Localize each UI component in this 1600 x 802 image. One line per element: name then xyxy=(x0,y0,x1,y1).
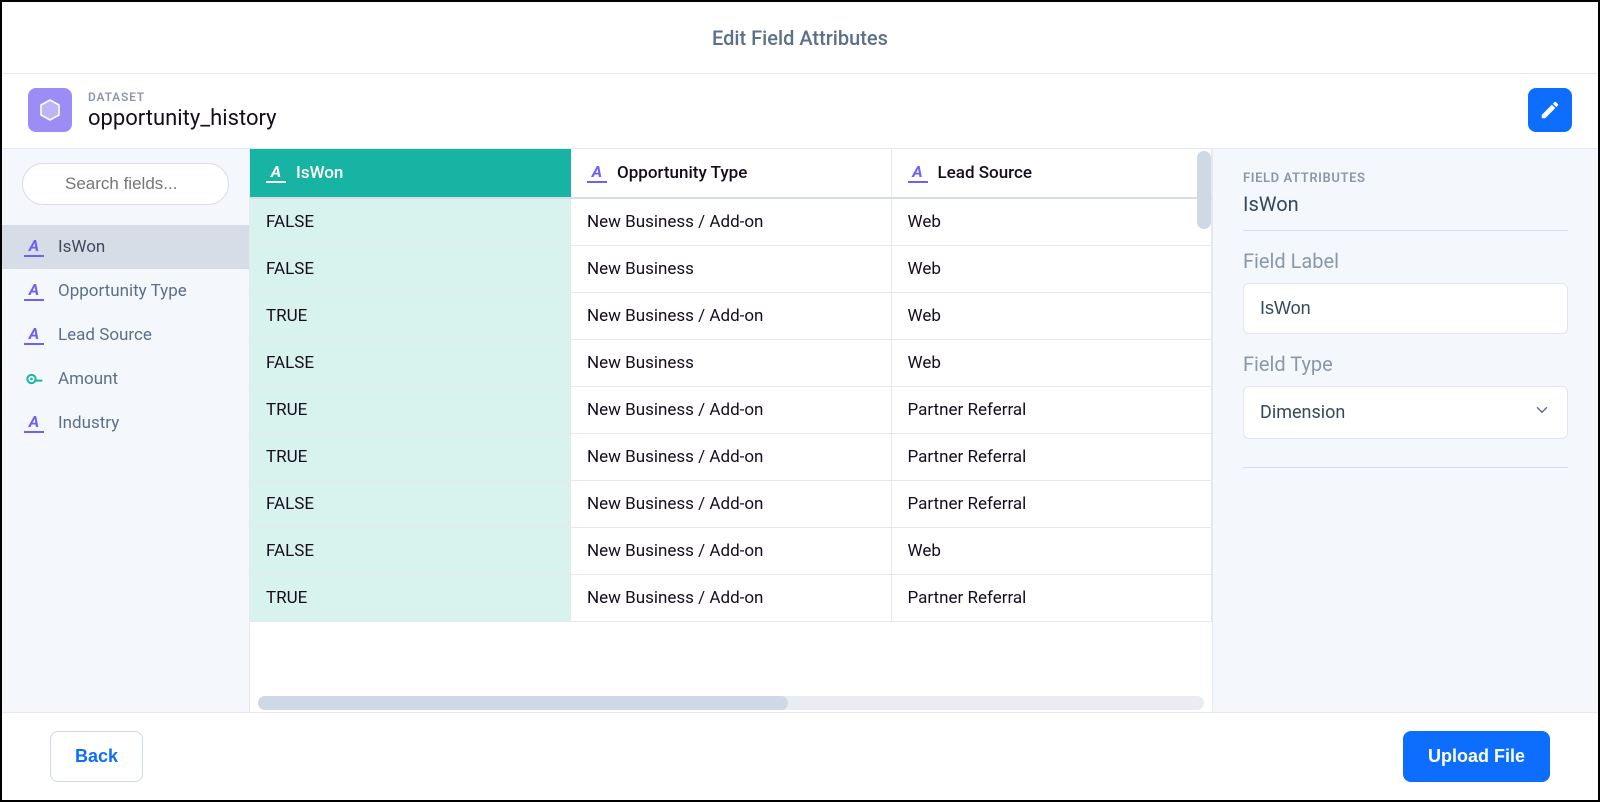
table-row: TRUENew Business / Add-onPartner Referra… xyxy=(250,387,1212,434)
sidebar-item-amount[interactable]: Amount xyxy=(2,357,249,401)
sidebar-item-label: Amount xyxy=(58,369,118,389)
table-cell: TRUE xyxy=(250,387,571,434)
sidebar-item-label: Opportunity Type xyxy=(58,281,187,301)
table-row: FALSENew Business / Add-onPartner Referr… xyxy=(250,481,1212,528)
sidebar-item-label: IsWon xyxy=(58,237,105,257)
horizontal-scrollbar[interactable] xyxy=(258,696,1204,710)
dimension-type-icon: A xyxy=(266,163,286,183)
main: A IsWon A Opportunity Type A Lead Source Amoun… xyxy=(2,148,1598,712)
dataset-kicker: DATASET xyxy=(88,90,1512,104)
table-cell: FALSE xyxy=(250,246,571,293)
vertical-scrollbar[interactable] xyxy=(1197,151,1211,229)
column-header-iswon[interactable]: A IsWon xyxy=(250,149,571,198)
table-cell: New Business xyxy=(571,246,892,293)
table-cell: New Business / Add-on xyxy=(571,434,892,481)
table-cell: New Business xyxy=(571,340,892,387)
sidebar-item-lead-source[interactable]: A Lead Source xyxy=(2,313,249,357)
table-cell: Partner Referral xyxy=(891,575,1212,622)
upload-file-button[interactable]: Upload File xyxy=(1403,731,1550,782)
table-cell: Web xyxy=(891,528,1212,575)
attribute-panel: FIELD ATTRIBUTES IsWon Field Label Field… xyxy=(1212,149,1598,712)
column-header-label: Lead Source xyxy=(938,163,1032,183)
attribute-divider xyxy=(1243,467,1568,468)
horizontal-scrollbar-thumb[interactable] xyxy=(258,696,788,710)
search-wrap xyxy=(2,163,249,217)
table-cell: Partner Referral xyxy=(891,387,1212,434)
table-row: TRUENew Business / Add-onPartner Referra… xyxy=(250,434,1212,481)
sidebar-item-label: Lead Source xyxy=(58,325,152,345)
table-cell: Partner Referral xyxy=(891,481,1212,528)
data-table: A IsWon A Opportunity Type A Lead Source FALS… xyxy=(250,149,1212,622)
table-cell: New Business / Add-on xyxy=(571,198,892,246)
sidebar: A IsWon A Opportunity Type A Lead Source Amoun… xyxy=(2,149,250,712)
field-type-heading: Field Type xyxy=(1243,352,1568,376)
dimension-type-icon: A xyxy=(24,325,44,345)
dimension-type-icon: A xyxy=(24,281,44,301)
edit-dataset-button[interactable] xyxy=(1528,88,1572,132)
dataset-meta: DATASET opportunity_history xyxy=(88,90,1512,131)
table-cell: New Business / Add-on xyxy=(571,575,892,622)
field-list: A IsWon A Opportunity Type A Lead Source Amoun… xyxy=(2,225,249,445)
pencil-icon xyxy=(1539,99,1561,121)
dimension-type-icon: A xyxy=(24,237,44,257)
table-cell: TRUE xyxy=(250,575,571,622)
table-cell: New Business / Add-on xyxy=(571,528,892,575)
table-cell: New Business / Add-on xyxy=(571,387,892,434)
table-row: TRUENew Business / Add-onWeb xyxy=(250,293,1212,340)
search-input[interactable] xyxy=(22,163,229,205)
table-cell: Web xyxy=(891,293,1212,340)
table-cell: FALSE xyxy=(250,198,571,246)
table-cell: Web xyxy=(891,198,1212,246)
table-row: FALSENew Business / Add-onWeb xyxy=(250,528,1212,575)
field-label-heading: Field Label xyxy=(1243,249,1568,273)
table-cell: FALSE xyxy=(250,340,571,387)
dataset-name: opportunity_history xyxy=(88,106,1512,131)
attribute-field-name: IsWon xyxy=(1243,192,1568,231)
table-header-row: A IsWon A Opportunity Type A Lead Source xyxy=(250,149,1212,198)
table-row: FALSENew Business / Add-onWeb xyxy=(250,198,1212,246)
back-button[interactable]: Back xyxy=(50,731,143,782)
table-cell: TRUE xyxy=(250,434,571,481)
field-label-input[interactable] xyxy=(1243,283,1568,334)
table-cell: New Business / Add-on xyxy=(571,293,892,340)
field-type-value: Dimension xyxy=(1260,402,1345,423)
column-header-label: IsWon xyxy=(296,163,343,183)
dimension-type-icon: A xyxy=(908,163,928,183)
column-header-lead-source[interactable]: A Lead Source xyxy=(891,149,1212,198)
table-cell: New Business / Add-on xyxy=(571,481,892,528)
dataset-bar: DATASET opportunity_history xyxy=(2,74,1598,148)
table-cell: FALSE xyxy=(250,528,571,575)
dataset-icon xyxy=(28,88,72,132)
measure-type-icon xyxy=(24,369,44,389)
sidebar-item-industry[interactable]: A Industry xyxy=(2,401,249,445)
chevron-down-icon xyxy=(1533,401,1551,424)
table-body: FALSENew Business / Add-onWebFALSENew Bu… xyxy=(250,198,1212,622)
table-cell: Partner Referral xyxy=(891,434,1212,481)
table-row: FALSENew BusinessWeb xyxy=(250,246,1212,293)
table-cell: TRUE xyxy=(250,293,571,340)
dimension-type-icon: A xyxy=(587,163,607,183)
table-cell: Web xyxy=(891,246,1212,293)
dimension-type-icon: A xyxy=(24,413,44,433)
table-scroll[interactable]: A IsWon A Opportunity Type A Lead Source FALS… xyxy=(250,149,1212,692)
sidebar-item-label: Industry xyxy=(58,413,119,433)
column-header-opportunity-type[interactable]: A Opportunity Type xyxy=(571,149,892,198)
table-row: TRUENew Business / Add-onPartner Referra… xyxy=(250,575,1212,622)
column-header-label: Opportunity Type xyxy=(617,163,747,183)
page-title: Edit Field Attributes xyxy=(2,2,1598,74)
table-cell: Web xyxy=(891,340,1212,387)
sidebar-item-iswon[interactable]: A IsWon xyxy=(2,225,249,269)
footer: Back Upload File xyxy=(2,712,1598,800)
attribute-section-label: FIELD ATTRIBUTES xyxy=(1243,171,1568,186)
table-row: FALSENew BusinessWeb xyxy=(250,340,1212,387)
table-area: A IsWon A Opportunity Type A Lead Source FALS… xyxy=(250,149,1212,712)
field-type-select[interactable]: Dimension xyxy=(1243,386,1568,439)
sidebar-item-opportunity-type[interactable]: A Opportunity Type xyxy=(2,269,249,313)
table-cell: FALSE xyxy=(250,481,571,528)
